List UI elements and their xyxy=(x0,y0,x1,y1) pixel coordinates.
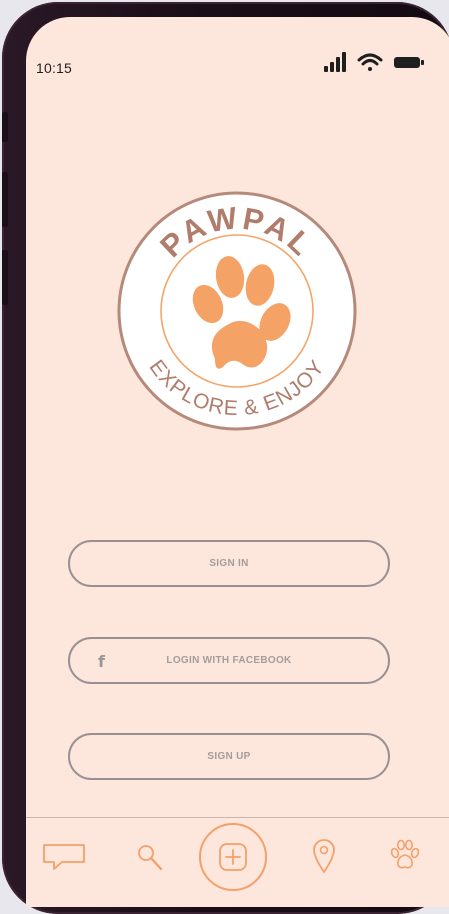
sign-in-label: SIGN IN xyxy=(209,558,249,569)
phone-silent-switch xyxy=(2,112,8,142)
app-screen: 10:15 PAWPAL EXPLORE & ENJOY SIGN IN f L… xyxy=(26,17,449,907)
bottom-tab-bar xyxy=(26,817,449,907)
battery-icon xyxy=(394,57,424,68)
pawpal-logo: PAWPAL EXPLORE & ENJOY xyxy=(117,191,357,431)
login-with-facebook-button[interactable]: f LOGIN WITH FACEBOOK xyxy=(68,637,390,684)
location-icon[interactable] xyxy=(311,838,337,874)
status-time: 10:15 xyxy=(36,60,73,76)
status-bar: 10:15 xyxy=(26,17,449,117)
sign-up-button[interactable]: SIGN UP xyxy=(68,733,390,780)
search-icon[interactable] xyxy=(135,842,165,874)
signal-icon xyxy=(324,52,346,72)
sign-in-button[interactable]: SIGN IN xyxy=(68,540,390,587)
phone-volume-down xyxy=(2,250,8,305)
status-icons xyxy=(324,52,424,72)
facebook-icon: f xyxy=(98,652,106,671)
add-icon[interactable] xyxy=(198,822,268,892)
wifi-icon xyxy=(357,53,383,71)
chat-icon[interactable] xyxy=(42,842,88,872)
facebook-login-label: LOGIN WITH FACEBOOK xyxy=(166,655,292,666)
phone-volume-up xyxy=(2,172,8,227)
sign-up-label: SIGN UP xyxy=(207,751,251,762)
paw-icon[interactable] xyxy=(388,838,422,872)
